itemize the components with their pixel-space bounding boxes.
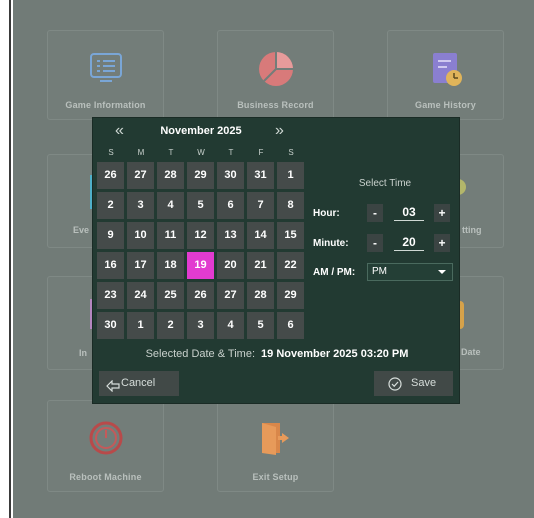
cancel-button[interactable]: Cancel (99, 371, 179, 396)
calendar-day[interactable]: 17 (127, 252, 154, 279)
hour-increment-button[interactable]: + (434, 204, 450, 222)
hour-value[interactable]: 03 (394, 205, 424, 221)
calendar-day[interactable]: 26 (97, 162, 124, 189)
prev-month-button[interactable]: « (115, 122, 124, 140)
calendar-day[interactable]: 23 (97, 282, 124, 309)
month-label: November 2025 (160, 125, 242, 137)
calendar-day[interactable]: 27 (217, 282, 244, 309)
minute-decrement-button[interactable]: - (367, 234, 383, 252)
hour-decrement-button[interactable]: - (367, 204, 383, 222)
calendar-day[interactable]: 14 (247, 222, 274, 249)
calendar-day[interactable]: 3 (187, 312, 214, 339)
calendar-day[interactable]: 3 (127, 192, 154, 219)
ampm-value: PM (372, 266, 387, 277)
exit-door-icon (256, 419, 296, 462)
calendar-day[interactable]: 6 (277, 312, 304, 339)
calendar-day[interactable]: 29 (187, 162, 214, 189)
weekday-label: T (228, 148, 234, 157)
calendar-day[interactable]: 24 (127, 282, 154, 309)
calendar-day[interactable]: 5 (247, 312, 274, 339)
tile-game-history[interactable]: Game History (387, 30, 504, 120)
minute-label: Minute: (313, 238, 349, 249)
calendar-day[interactable]: 25 (157, 282, 184, 309)
calendar-day[interactable]: 30 (97, 312, 124, 339)
next-month-button[interactable]: » (275, 122, 284, 140)
tile-label: Exit Setup (252, 472, 299, 482)
calendar-day[interactable]: 5 (187, 192, 214, 219)
document-icon (87, 49, 125, 92)
calendar-day[interactable]: 10 (127, 222, 154, 249)
calendar-day[interactable]: 28 (157, 162, 184, 189)
weekday-label: T (168, 148, 174, 157)
calendar-day[interactable]: 30 (217, 162, 244, 189)
calendar-day[interactable]: 4 (217, 312, 244, 339)
tile-label: Date (461, 347, 481, 357)
tile-label: Eve (73, 225, 90, 235)
check-circle-icon (388, 376, 402, 401)
calendar-day[interactable]: 31 (247, 162, 274, 189)
calendar-day[interactable]: 22 (277, 252, 304, 279)
calendar-header: « November 2025 » (97, 122, 305, 144)
tile-business-record[interactable]: Business Record (217, 30, 334, 120)
calendar-day[interactable]: 20 (217, 252, 244, 279)
weekday-label: S (288, 148, 294, 157)
datetime-dialog: « November 2025 » SMTWTFS 26 27 28 29 30 31 1 2… (92, 117, 460, 404)
calendar-day[interactable]: 2 (157, 312, 184, 339)
history-icon (427, 49, 465, 94)
calendar-day[interactable]: 7 (247, 192, 274, 219)
calendar-day[interactable]: 12 (187, 222, 214, 249)
save-label: Save (411, 377, 437, 389)
calendar-day[interactable]: 4 (157, 192, 184, 219)
calendar-day[interactable]: 9 (97, 222, 124, 249)
tile-label: Reboot Machine (69, 472, 142, 482)
calendar-day[interactable]: 26 (187, 282, 214, 309)
cancel-label: Cancel (121, 377, 156, 389)
calendar-day[interactable]: 1 (277, 162, 304, 189)
calendar-day[interactable]: 11 (157, 222, 184, 249)
save-button[interactable]: Save (374, 371, 453, 396)
back-arrow-icon (106, 377, 120, 402)
ampm-select[interactable]: PM (367, 263, 453, 281)
time-title: Select Time (358, 178, 412, 189)
calendar-day[interactable]: 15 (277, 222, 304, 249)
calendar-day[interactable]: 29 (277, 282, 304, 309)
weekday-label: S (108, 148, 114, 157)
minute-value[interactable]: 20 (394, 235, 424, 251)
calendar-day[interactable]: 28 (247, 282, 274, 309)
ampm-label: AM / PM: (313, 267, 356, 278)
tile-exit-setup[interactable]: Exit Setup (217, 400, 334, 492)
power-icon (87, 419, 125, 462)
calendar-day[interactable]: 18 (157, 252, 184, 279)
tile-game-information[interactable]: Game Information (47, 30, 164, 120)
tile-label: Game History (415, 100, 476, 110)
tile-label: In (79, 348, 87, 358)
calendar-day[interactable]: 8 (277, 192, 304, 219)
weekday-label: M (137, 148, 145, 157)
tile-label: Business Record (237, 100, 314, 110)
tile-label: tting (462, 225, 482, 235)
weekday-label: F (258, 148, 264, 157)
selected-datetime-label: Selected Date & Time: (145, 348, 256, 360)
calendar: « November 2025 » SMTWTFS 26 27 28 29 30 31 1 2… (97, 122, 305, 340)
tile-reboot-machine[interactable]: Reboot Machine (47, 400, 164, 492)
left-border (0, 0, 13, 518)
selected-datetime-value: 19 November 2025 03:20 PM (261, 348, 409, 360)
calendar-day[interactable]: 2 (97, 192, 124, 219)
calendar-day[interactable]: 13 (217, 222, 244, 249)
calendar-day-selected[interactable]: 19 (187, 252, 214, 279)
calendar-day[interactable]: 16 (97, 252, 124, 279)
chevron-down-icon (438, 270, 446, 274)
calendar-day[interactable]: 1 (127, 312, 154, 339)
pie-chart-icon (256, 49, 296, 94)
tile-label: Game Information (65, 100, 146, 110)
calendar-day[interactable]: 6 (217, 192, 244, 219)
minute-increment-button[interactable]: + (434, 234, 450, 252)
hour-label: Hour: (313, 208, 340, 219)
selected-datetime: Selected Date & Time: 19 November 2025 03… (93, 348, 461, 360)
calendar-day[interactable]: 27 (127, 162, 154, 189)
weekday-label: W (197, 148, 205, 157)
calendar-day[interactable]: 21 (247, 252, 274, 279)
